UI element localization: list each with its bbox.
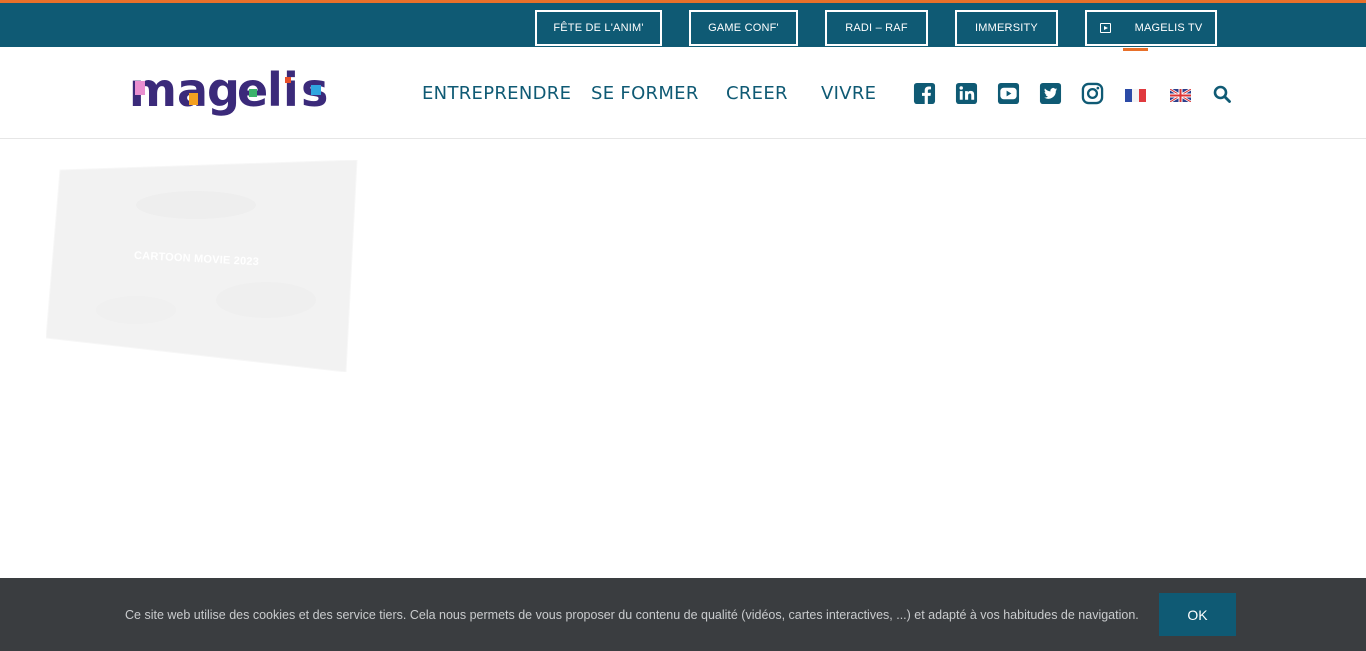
- cookie-bar: Ce site web utilise des cookies et des s…: [0, 578, 1366, 651]
- active-language-indicator: [1123, 48, 1148, 51]
- main-header: m a g e l i s ENTREPRENDRE SE FORMER CRE…: [0, 47, 1366, 139]
- top-link-label: IMMERSITY: [975, 22, 1038, 34]
- twitter-icon[interactable]: [1039, 82, 1062, 105]
- top-link-game-conf[interactable]: GAME CONF': [689, 10, 798, 46]
- svg-text:a: a: [177, 63, 208, 117]
- top-link-label: GAME CONF': [708, 22, 779, 34]
- top-link-magelis-tv[interactable]: MAGELIS TV: [1085, 10, 1217, 46]
- fr-flag-icon[interactable]: [1125, 89, 1146, 102]
- svg-text:g: g: [207, 63, 240, 117]
- play-box-icon: [1099, 23, 1111, 33]
- facebook-icon[interactable]: [913, 82, 936, 105]
- nav-vivre[interactable]: VIVRE: [821, 83, 876, 104]
- svg-text:i: i: [283, 63, 299, 117]
- instagram-icon[interactable]: [1081, 82, 1104, 105]
- linkedin-icon[interactable]: [955, 82, 978, 105]
- top-link-immersity[interactable]: IMMERSITY: [955, 10, 1058, 46]
- article-card[interactable]: CARTOON MOVIE 2023: [45, 159, 358, 373]
- nav-se-former[interactable]: SE FORMER: [591, 83, 699, 104]
- youtube-icon[interactable]: [997, 82, 1020, 105]
- top-bar: FÊTE DE L'ANIM' GAME CONF' RADI – RAF IM…: [0, 0, 1366, 47]
- cookie-message: Ce site web utilise des cookies et des s…: [125, 608, 1139, 622]
- site-logo[interactable]: m a g e l i s: [129, 63, 331, 127]
- nav-creer[interactable]: CREER: [726, 83, 788, 104]
- cookie-ok-button[interactable]: OK: [1159, 593, 1236, 636]
- search-icon[interactable]: [1213, 85, 1231, 103]
- nav-entreprendre[interactable]: ENTREPRENDRE: [422, 83, 571, 104]
- top-link-radi-raf[interactable]: RADI – RAF: [825, 10, 928, 46]
- svg-text:l: l: [267, 63, 283, 117]
- top-link-label: FÊTE DE L'ANIM': [553, 22, 644, 34]
- uk-flag-icon[interactable]: [1170, 89, 1191, 102]
- top-link-fete-anim[interactable]: FÊTE DE L'ANIM': [535, 10, 662, 46]
- top-link-label: RADI – RAF: [845, 22, 908, 34]
- top-link-label: MAGELIS TV: [1134, 22, 1203, 34]
